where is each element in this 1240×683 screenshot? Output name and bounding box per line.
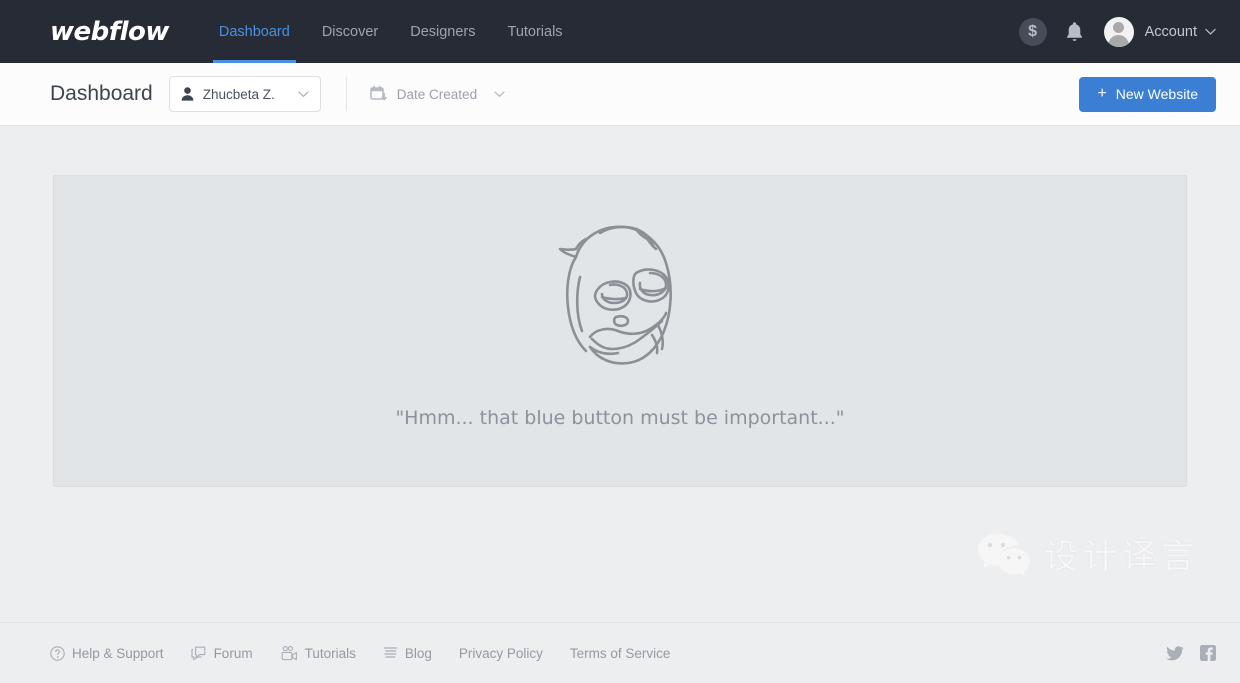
thinking-rage-face	[540, 219, 700, 379]
new-website-label: New Website	[1116, 86, 1198, 102]
account-label[interactable]: Account	[1145, 24, 1197, 40]
watermark-text: 设计译言	[1044, 529, 1200, 578]
nav-link-dashboard[interactable]: Dashboard	[203, 0, 306, 63]
toolbar-divider	[346, 77, 347, 111]
footer: Help & Support Forum	[0, 622, 1240, 683]
footer-link-tutorials[interactable]: Tutorials	[280, 646, 356, 661]
nav-link-tutorials[interactable]: Tutorials	[492, 0, 579, 63]
list-lines-icon	[383, 646, 398, 660]
footer-link-label: Tutorials	[305, 646, 356, 661]
sub-toolbar: Dashboard Zhucbeta Z.	[0, 63, 1240, 126]
footer-link-label: Terms of Service	[570, 646, 671, 661]
page-title: Dashboard	[50, 82, 153, 106]
footer-link-blog[interactable]: Blog	[383, 646, 432, 661]
new-website-button[interactable]: + New Website	[1079, 77, 1216, 112]
footer-link-label: Blog	[405, 646, 432, 661]
user-filter-dropdown[interactable]: Zhucbeta Z.	[169, 76, 321, 112]
user-filter-value: Zhucbeta Z.	[203, 87, 275, 102]
top-navigation-bar: webflow Dashboard Discover Designers Tut…	[0, 0, 1240, 63]
footer-links: Help & Support Forum	[50, 646, 697, 661]
webflow-logo[interactable]: webflow	[50, 19, 169, 45]
chevron-down-icon	[494, 91, 505, 98]
empty-state-quote: "Hmm... that blue button must be importa…	[395, 407, 844, 429]
footer-link-terms-of-service[interactable]: Terms of Service	[570, 646, 671, 661]
chevron-down-icon	[298, 91, 309, 98]
wechat-logo	[976, 531, 1032, 577]
wechat-watermark: 设计译言	[976, 529, 1200, 578]
nav-link-designers[interactable]: Designers	[394, 0, 491, 63]
social-links	[1166, 645, 1216, 661]
dashboard-page: webflow Dashboard Discover Designers Tut…	[0, 0, 1240, 683]
chat-bubble-icon	[191, 646, 207, 661]
calendar-sort-icon	[370, 85, 388, 103]
chevron-down-icon[interactable]	[1205, 28, 1216, 36]
bell-icon[interactable]	[1065, 21, 1084, 42]
empty-state-panel: "Hmm... that blue button must be importa…	[53, 175, 1187, 487]
primary-nav-links: Dashboard Discover Designers Tutorials	[203, 0, 579, 63]
nav-link-discover[interactable]: Discover	[306, 0, 394, 63]
footer-link-label: Privacy Policy	[459, 646, 543, 661]
person-icon	[181, 87, 194, 101]
twitter-icon[interactable]	[1166, 646, 1184, 661]
nav-right-cluster: $ Account	[1019, 17, 1216, 47]
main-content-area: "Hmm... that blue button must be importa…	[0, 126, 1240, 622]
footer-link-privacy-policy[interactable]: Privacy Policy	[459, 646, 543, 661]
avatar-body	[1108, 35, 1129, 47]
avatar-head	[1113, 22, 1124, 33]
footer-link-label: Help & Support	[72, 646, 164, 661]
footer-link-label: Forum	[214, 646, 253, 661]
user-avatar[interactable]	[1104, 17, 1134, 47]
question-circle-icon	[50, 646, 65, 661]
plus-icon: +	[1097, 86, 1106, 102]
footer-link-forum[interactable]: Forum	[191, 646, 253, 661]
date-filter-dropdown[interactable]: Date Created	[370, 85, 505, 103]
video-camera-icon	[280, 646, 298, 661]
date-filter-value: Date Created	[397, 87, 477, 102]
facebook-icon[interactable]	[1200, 645, 1216, 661]
dollar-circle-icon[interactable]: $	[1019, 18, 1047, 46]
footer-link-help-support[interactable]: Help & Support	[50, 646, 164, 661]
